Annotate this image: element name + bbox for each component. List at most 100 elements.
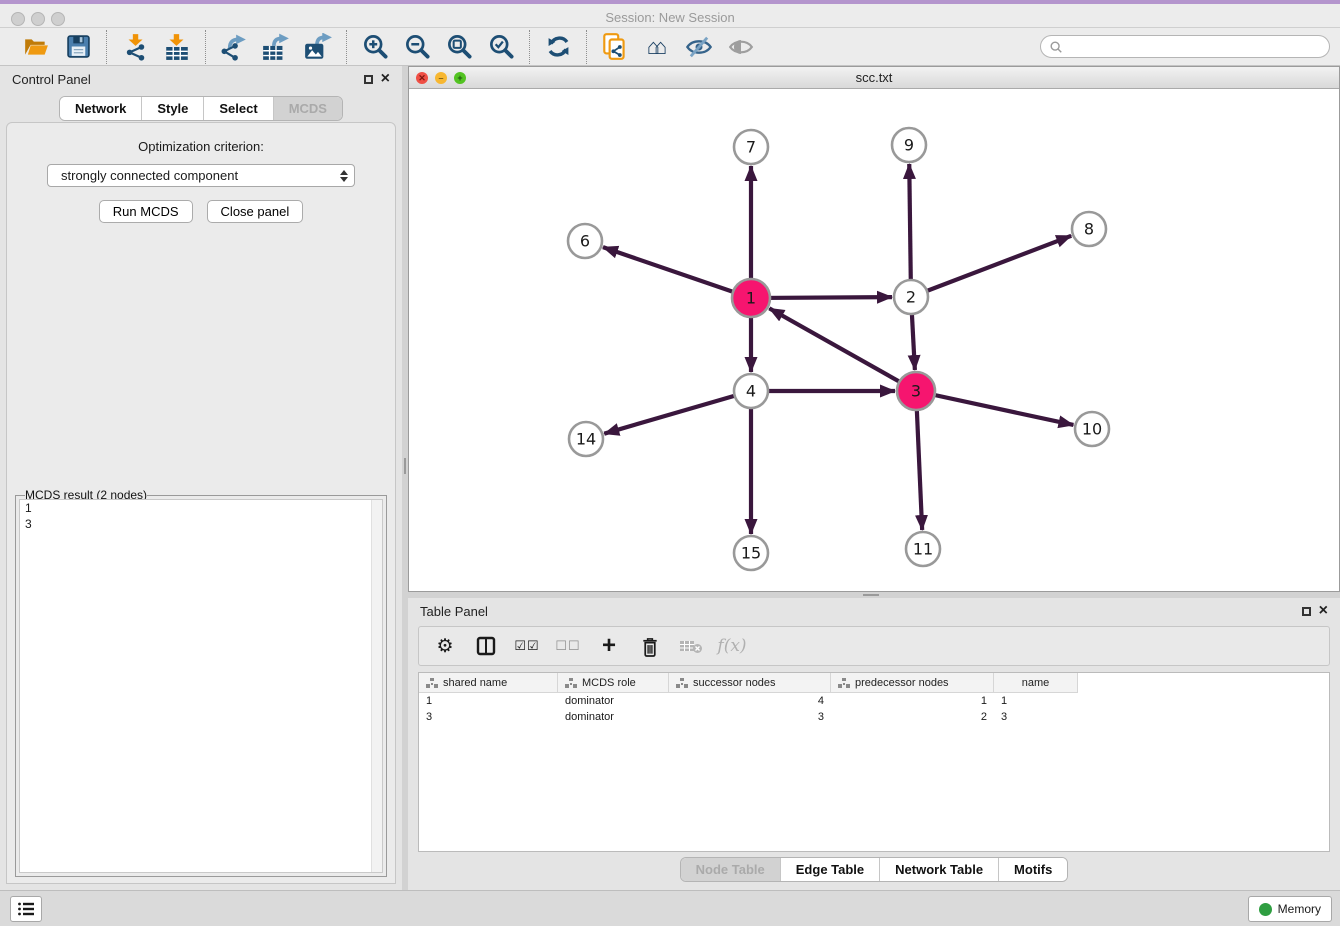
column-header-successor-nodes[interactable]: successor nodes: [669, 673, 831, 693]
cell-successor-nodes[interactable]: 4: [669, 695, 831, 707]
net-close-icon[interactable]: ✕: [416, 72, 428, 84]
zoom-in-icon[interactable]: [359, 32, 391, 62]
column-header-predecessor-nodes[interactable]: predecessor nodes: [831, 673, 994, 693]
network-graph[interactable]: 7968124314101511: [409, 89, 1339, 591]
zoom-fit-icon[interactable]: [443, 32, 475, 62]
graph-edge-3-1[interactable]: [769, 308, 916, 391]
cell-mcds-role[interactable]: dominator: [558, 711, 669, 723]
select-all-checkboxes-icon[interactable]: ☑☑: [515, 634, 539, 658]
graph-node-label: 7: [746, 138, 756, 157]
cell-name[interactable]: 1: [994, 695, 1078, 707]
table-row[interactable]: 1 dominator 4 1 1: [419, 693, 1329, 709]
graph-edge-3-11[interactable]: [916, 391, 922, 530]
graph-node-label: 1: [746, 289, 756, 308]
table-panel: Table Panel × ⚙ ☑☑ ☐☐ + f(x) shared name…: [408, 598, 1340, 890]
add-column-icon[interactable]: +: [597, 634, 621, 658]
hide-eye-icon[interactable]: [683, 32, 715, 62]
network-window-titlebar[interactable]: ✕ – + scc.txt: [409, 67, 1339, 89]
net-minimize-icon[interactable]: –: [435, 72, 447, 84]
hierarchy-icon: [838, 678, 850, 688]
close-panel-icon[interactable]: ×: [381, 74, 390, 84]
node-table: shared name MCDS role successor nodes pr…: [418, 672, 1330, 852]
run-mcds-button[interactable]: Run MCDS: [99, 200, 193, 223]
graph-node-label: 15: [741, 544, 761, 563]
search-icon: [1049, 40, 1063, 54]
graph-node-label: 2: [906, 288, 916, 307]
network-window-title: scc.txt: [856, 70, 893, 85]
show-eye-icon[interactable]: [725, 32, 757, 62]
graph-node-label: 11: [913, 540, 933, 559]
cell-successor-nodes[interactable]: 3: [669, 711, 831, 723]
status-bar: Memory: [0, 890, 1340, 926]
split-view-icon[interactable]: [474, 634, 498, 658]
result-value: 1: [20, 500, 382, 516]
mcds-result-list[interactable]: 1 3: [19, 499, 383, 873]
net-zoom-icon[interactable]: +: [454, 72, 466, 84]
result-scrollbar[interactable]: [371, 500, 382, 872]
open-session-icon[interactable]: [20, 32, 52, 62]
cell-mcds-role[interactable]: dominator: [558, 695, 669, 707]
network-canvas[interactable]: 7968124314101511: [409, 89, 1339, 591]
import-table-icon[interactable]: [161, 32, 193, 62]
list-icon: [17, 901, 35, 917]
graph-node-label: 4: [746, 382, 756, 401]
settings-gear-icon[interactable]: ⚙: [433, 634, 457, 658]
clone-network-icon[interactable]: [599, 32, 631, 62]
refresh-layout-icon[interactable]: [542, 32, 574, 62]
float-table-panel-icon[interactable]: [1302, 607, 1311, 616]
cell-predecessor-nodes[interactable]: 1: [831, 695, 994, 707]
zoom-out-icon[interactable]: [401, 32, 433, 62]
trash-icon[interactable]: [638, 634, 662, 658]
tab-motifs[interactable]: Motifs: [999, 858, 1067, 881]
cell-shared-name[interactable]: 1: [419, 695, 558, 707]
criterion-value: strongly connected component: [61, 168, 238, 183]
task-history-button[interactable]: [10, 896, 42, 922]
hierarchy-icon: [565, 678, 577, 688]
zoom-selected-icon[interactable]: [485, 32, 517, 62]
column-header-shared-name[interactable]: shared name: [419, 673, 558, 693]
app-titlebar: Session: New Session: [0, 0, 1340, 28]
tab-network-table[interactable]: Network Table: [880, 858, 999, 881]
table-panel-title: Table Panel: [420, 604, 488, 619]
export-image-icon[interactable]: [302, 32, 334, 62]
memory-label: Memory: [1278, 902, 1321, 916]
search-input[interactable]: [1063, 40, 1321, 54]
export-network-icon[interactable]: [218, 32, 250, 62]
float-panel-icon[interactable]: [364, 75, 373, 84]
close-table-panel-icon[interactable]: ×: [1319, 606, 1328, 616]
column-header-mcds-role[interactable]: MCDS role: [558, 673, 669, 693]
close-panel-button[interactable]: Close panel: [207, 200, 304, 223]
save-session-icon[interactable]: [62, 32, 94, 62]
tab-node-table[interactable]: Node Table: [681, 858, 781, 881]
tab-network[interactable]: Network: [60, 97, 142, 120]
export-table-icon[interactable]: [260, 32, 292, 62]
delete-table-icon: [679, 634, 703, 658]
mcds-panel: Optimization criterion: strongly connect…: [6, 122, 396, 884]
control-panel: Control Panel × Network Style Select MCD…: [0, 66, 402, 890]
hierarchy-icon: [676, 678, 688, 688]
tab-mcds[interactable]: MCDS: [274, 97, 342, 120]
cell-predecessor-nodes[interactable]: 2: [831, 711, 994, 723]
column-header-name[interactable]: name: [994, 673, 1078, 693]
search-box[interactable]: [1040, 35, 1330, 58]
graph-edge-1-6[interactable]: [603, 247, 751, 298]
criterion-dropdown[interactable]: strongly connected component: [47, 164, 355, 187]
table-row[interactable]: 3 dominator 3 2 3: [419, 709, 1329, 725]
import-network-icon[interactable]: [119, 32, 151, 62]
graph-edge-3-10[interactable]: [916, 391, 1073, 425]
cell-shared-name[interactable]: 3: [419, 711, 558, 723]
deselect-all-checkboxes-icon[interactable]: ☐☐: [556, 634, 580, 658]
cell-name[interactable]: 3: [994, 711, 1078, 723]
graph-edge-1-2[interactable]: [751, 297, 892, 298]
tab-style[interactable]: Style: [142, 97, 204, 120]
tab-edge-table[interactable]: Edge Table: [781, 858, 880, 881]
graph-edge-2-9[interactable]: [909, 164, 911, 297]
graph-edge-2-8[interactable]: [911, 236, 1071, 297]
graph-edge-4-14[interactable]: [604, 391, 751, 434]
main-toolbar: ⌂⌂: [0, 28, 1340, 66]
tab-select[interactable]: Select: [204, 97, 273, 120]
first-neighbors-home-icon[interactable]: ⌂⌂: [641, 32, 673, 62]
graph-node-label: 6: [580, 232, 590, 251]
memory-button[interactable]: Memory: [1248, 896, 1332, 922]
chevron-updown-icon: [340, 170, 348, 182]
